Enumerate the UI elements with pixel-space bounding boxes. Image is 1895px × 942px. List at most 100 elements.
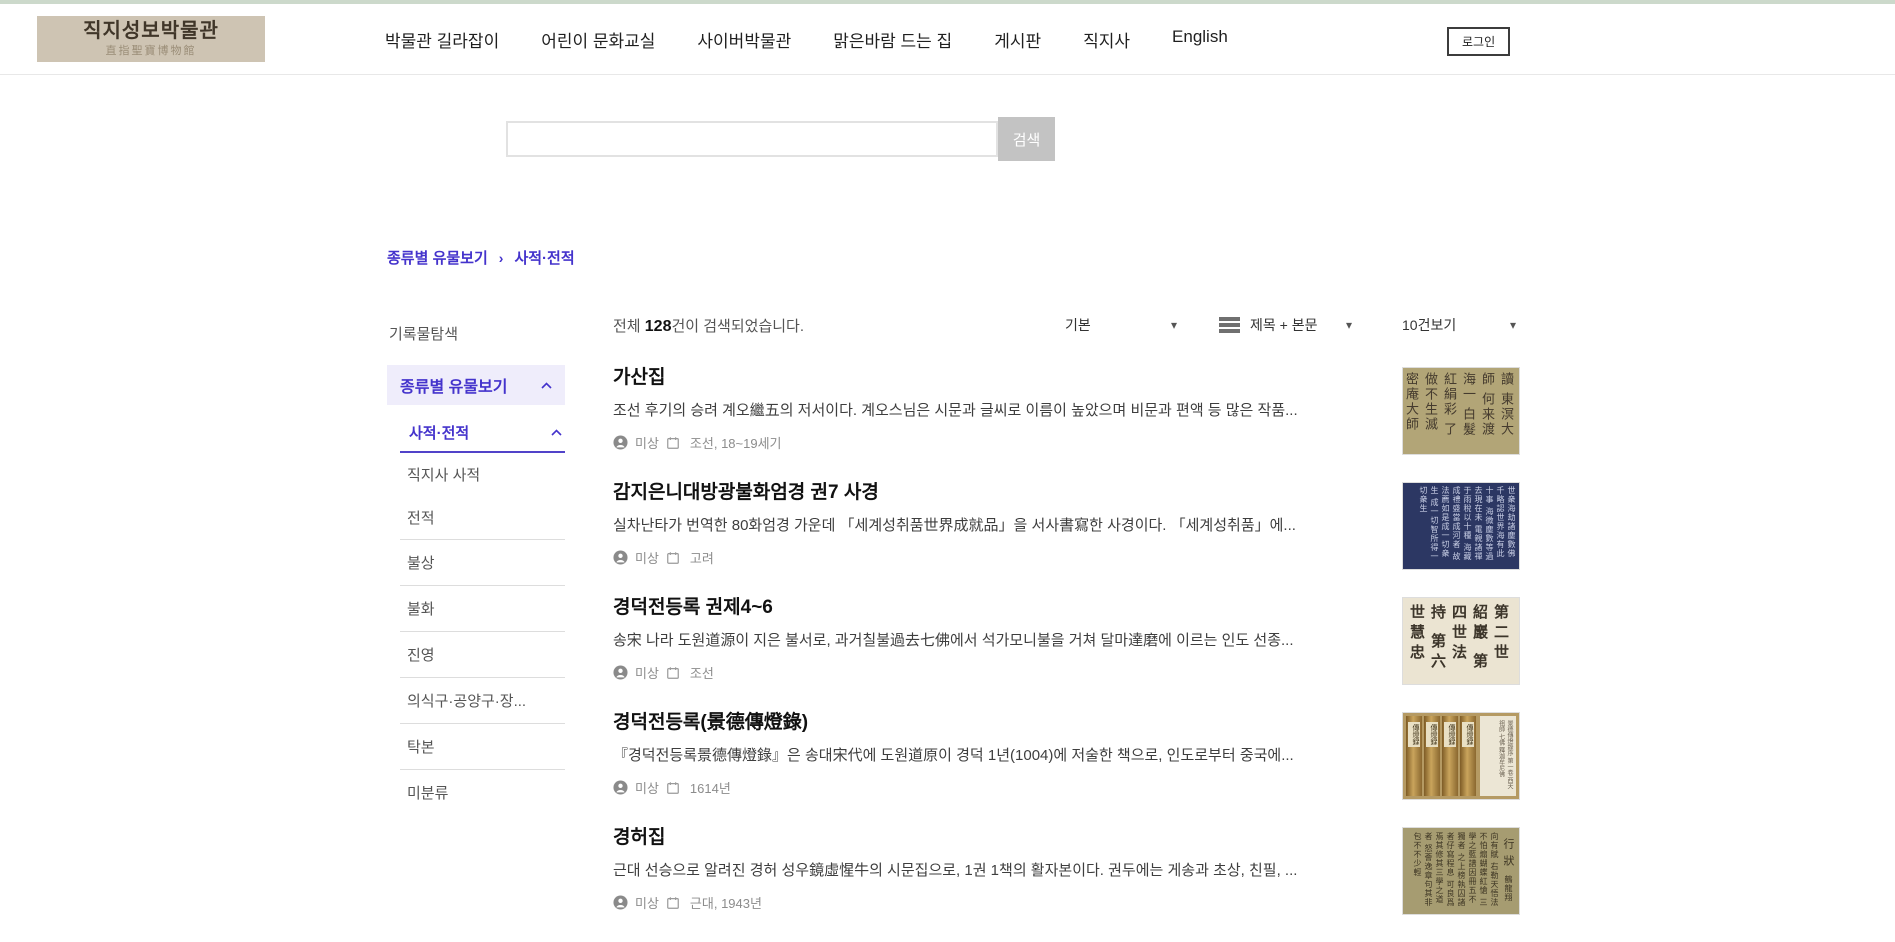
nav-item-cyber-museum[interactable]: 사이버박물관 [697,27,791,52]
nav-item-fresh-breeze-house[interactable]: 맑은바람 드는 집 [833,27,952,52]
thumbnail-text: 行狀 [1502,838,1514,872]
results-toolbar: 전체 128건이 검색되었습니다. 기본 ▾ 제목 + 본문 ▾ 10건보기 ▾ [613,313,1520,337]
caret-down-icon: ▾ [1510,318,1516,332]
result-item[interactable]: 경덕전등록(景德傳燈錄) 『경덕전등록景德傳燈錄』은 송대宋代에 도원道原이 경… [613,712,1520,800]
thumbnail-text: 成一切智所得一切衆生 [1419,486,1439,561]
result-item[interactable]: 경덕전등록 권제4~6 송宋 나라 도원道源이 지은 불서로, 과거칠불過去七佛… [613,597,1520,685]
thumbnail-text: 怒薈逸章句其非包不不少輕 [1413,832,1433,907]
list-view-icon[interactable] [1219,315,1240,336]
breadcrumb-item-category[interactable]: 종류별 유물보기 [387,247,488,268]
result-item-meta: 미상 조선 [613,663,1376,682]
sidebar-item-sajeok-jeonjeok[interactable]: 사적·전적 [400,413,565,453]
search-input[interactable] [506,121,998,157]
sidebar-item-category-view[interactable]: 종류별 유물보기 [387,365,565,405]
main-area: 기록물탐색 종류별 유물보기 사적·전적 직지사 사적 전적 불상 불화 진영 … [387,313,1520,942]
nav-item-museum-guide[interactable]: 박물관 길라잡이 [385,27,499,52]
result-item-date: 1614년 [690,778,731,797]
sidebar-item-jinyeong[interactable]: 진영 [387,632,565,677]
book-spine: 傳燈録 [1442,716,1458,796]
result-item-title[interactable]: 가산집 [613,367,1376,389]
search-scope-dropdown[interactable]: 제목 + 본문 ▾ [1250,315,1352,335]
author-icon [613,780,628,795]
caret-down-icon: ▾ [1171,318,1177,332]
result-item-thumbnail[interactable]: 傳燈録 傳燈録 傳燈録 傳燈録 景德傳燈錄序 第一卷 西天祖師 七佛 釋迦牟尼佛 [1402,712,1520,800]
result-item-meta: 미상 고려 [613,548,1376,567]
nav-item-jikjisa[interactable]: 직지사 [1083,27,1130,52]
book-spine: 傳燈録 [1406,716,1422,796]
sidebar-item-ritual-objects[interactable]: 의식구·공양구·장... [387,678,565,723]
result-item-title[interactable]: 경허집 [613,827,1376,849]
spine-label: 傳燈録 [1426,722,1438,747]
results-list: 가산집 조선 후기의 승려 계오繼五의 저서이다. 계오스님은 시문과 글씨로 … [613,367,1520,915]
result-item-thumbnail[interactable]: 第二世紹巖 第四世法持 第六世慧忠 [1402,597,1520,685]
summary-suffix: 건이 검색되었습니다. [671,318,804,335]
result-item-title[interactable]: 경덕전등록(景德傳燈錄) [613,712,1376,734]
author-icon [613,550,628,565]
results-area: 전체 128건이 검색되었습니다. 기본 ▾ 제목 + 본문 ▾ 10건보기 ▾ [613,313,1520,942]
sidebar-item-jeonjeok[interactable]: 전적 [387,496,565,539]
calendar-icon [666,551,680,565]
result-item[interactable]: 가산집 조선 후기의 승려 계오繼五의 저서이다. 계오스님은 시문과 글씨로 … [613,367,1520,455]
search-bar: 검색 [506,117,1895,161]
site-header: 직지성보박물관 直指聖寶博物館 박물관 길라잡이 어린이 문화교실 사이버박물관… [0,4,1895,75]
book-spine: 傳燈録 [1460,716,1476,796]
book-spine: 傳燈録 [1424,716,1440,796]
result-item-title[interactable]: 감지은니대방광불화엄경 권7 사경 [613,482,1376,504]
results-controls: 기본 ▾ 제목 + 본문 ▾ 10건보기 ▾ [1065,315,1520,336]
sidebar-item-bulsang[interactable]: 불상 [387,540,565,585]
result-item-thumbnail[interactable]: 行狀 鶴龍翔向有賦 右勒天悟法不怕煽蝴蝶紅愴 三學之藍譜因冊五不獨者 之上榜執囚… [1402,827,1520,915]
sidebar: 기록물탐색 종류별 유물보기 사적·전적 직지사 사적 전적 불상 불화 진영 … [387,313,565,815]
nav-item-board[interactable]: 게시판 [994,27,1041,52]
result-item-author: 미상 [635,663,659,682]
result-item-thumbnail[interactable]: 世衆海劫諸塵數佛 千略認世界海有此十事 海微塵數等過去現在未 電親諸禪于雨稅以十… [1402,482,1520,570]
nav-item-english[interactable]: English [1172,27,1228,52]
result-item-description: 조선 후기의 승려 계오繼五의 저서이다. 계오스님은 시문과 글씨로 이름이 … [613,401,1376,421]
sidebar-title: 기록물탐색 [389,323,565,344]
result-item-text: 경허집 근대 선승으로 알려진 경허 성우鏡虛惺牛의 시문집으로, 1권 1책의… [613,827,1402,915]
spine-label: 傳燈録 [1444,722,1456,747]
logo-title: 직지성보박물관 [83,21,219,42]
result-item-thumbnail[interactable]: 讀 東溟大師 何来渡海一 白髮紅絹彩 了做不生滅 密庵大師 [1402,367,1520,455]
caret-down-icon: ▾ [1346,318,1352,332]
thumbnail-text: 世衆海劫諸塵數佛 [1507,486,1516,558]
chevron-up-icon [551,429,562,436]
thumbnail-text: 密庵大師 [1404,372,1419,432]
summary-count: 128 [645,318,672,335]
result-item-author: 미상 [635,778,659,797]
author-icon [613,665,628,680]
result-item-text: 감지은니대방광불화엄경 권7 사경 실차난타가 번역한 80화엄경 가운데 「세… [613,482,1402,570]
site-logo[interactable]: 직지성보박물관 直指聖寶博物館 [37,16,265,62]
result-item-description: 『경덕전등록景德傳燈錄』은 송대宋代에 도원道原이 경덕 1년(1004)에 저… [613,746,1376,766]
chevron-up-icon [541,382,552,389]
sidebar-item-takbon[interactable]: 탁본 [387,724,565,769]
spine-label: 傳燈録 [1462,722,1474,747]
breadcrumb-separator: › [499,250,504,266]
breadcrumb-item-current[interactable]: 사적·전적 [514,247,574,268]
author-icon [613,895,628,910]
sidebar-active-label: 사적·전적 [409,422,469,443]
result-item-author: 미상 [635,893,659,912]
spine-label: 傳燈録 [1408,722,1420,747]
sidebar-item-unclassified[interactable]: 미분류 [387,770,565,815]
login-button[interactable]: 로그인 [1447,27,1510,56]
sidebar-item-jikjisa-sajeok[interactable]: 직지사 사적 [387,453,565,496]
result-item-author: 미상 [635,433,659,452]
result-item-description: 송宋 나라 도원道源이 지은 불서로, 과거칠불過去七佛에서 석가모니불을 거쳐… [613,631,1376,651]
calendar-icon [666,781,680,795]
result-item-date: 조선 [690,663,714,682]
page-size-dropdown[interactable]: 10건보기 ▾ [1402,315,1516,335]
calendar-icon [666,436,680,450]
result-item-date: 조선, 18~19세기 [690,433,782,452]
author-icon [613,435,628,450]
result-item[interactable]: 감지은니대방광불화엄경 권7 사경 실차난타가 번역한 80화엄경 가운데 「세… [613,482,1520,570]
result-item-text: 경덕전등록 권제4~6 송宋 나라 도원道源이 지은 불서로, 과거칠불過去七佛… [613,597,1402,685]
result-item-title[interactable]: 경덕전등록 권제4~6 [613,597,1376,619]
sort-dropdown-value: 기본 [1065,315,1091,335]
sidebar-item-bulhwa[interactable]: 불화 [387,586,565,631]
nav-item-children-class[interactable]: 어린이 문화교실 [541,27,655,52]
results-summary: 전체 128건이 검색되었습니다. [613,315,804,336]
search-button[interactable]: 검색 [998,117,1055,161]
sort-dropdown[interactable]: 기본 ▾ [1065,315,1177,335]
result-item[interactable]: 경허집 근대 선승으로 알려진 경허 성우鏡虛惺牛의 시문집으로, 1권 1책의… [613,827,1520,915]
result-item-text: 가산집 조선 후기의 승려 계오繼五의 저서이다. 계오스님은 시문과 글씨로 … [613,367,1402,455]
